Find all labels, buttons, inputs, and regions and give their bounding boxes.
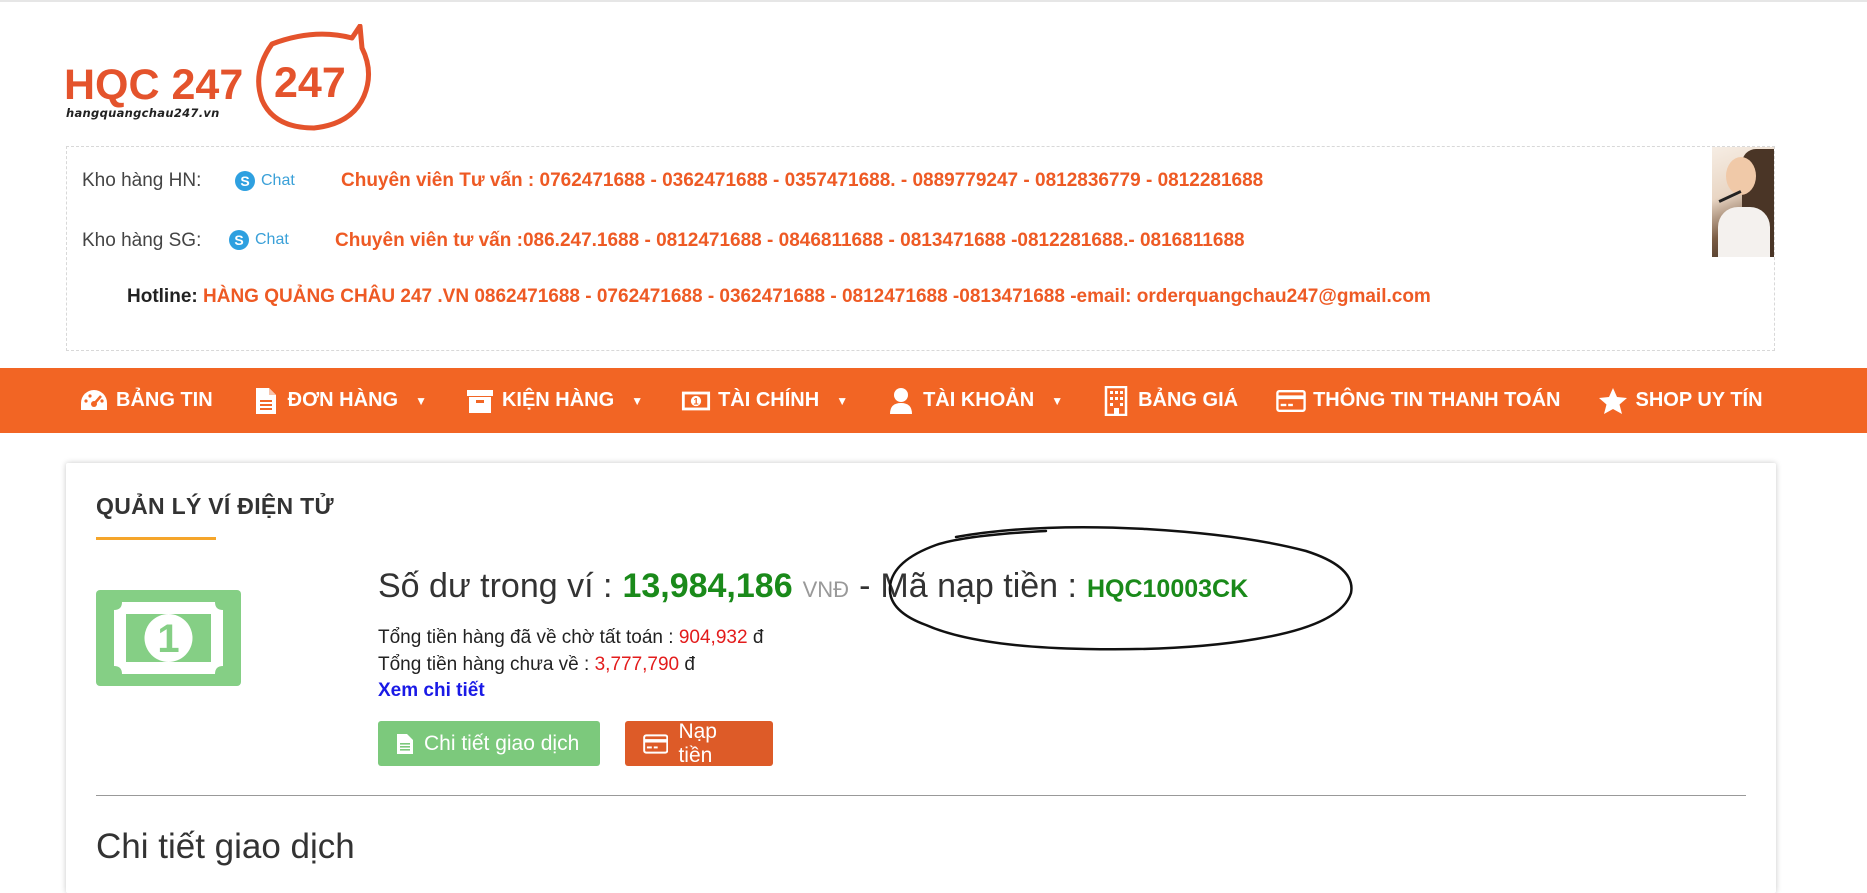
svg-text:1: 1: [693, 396, 698, 406]
card-title: QUẢN LÝ VÍ ĐIỆN TỬ: [96, 493, 334, 519]
balance-value: 13,984,186: [622, 567, 793, 605]
nav-item-tai-chinh[interactable]: 1 TÀI CHÍNH ▼: [681, 387, 848, 415]
warehouse-hn-label: Kho hàng HN:: [82, 170, 202, 191]
title-underline: [96, 537, 216, 540]
pending-unit: đ: [752, 627, 764, 648]
hn-consultant-phones: Chuyên viên Tư vấn : 0762471688 - 036247…: [341, 170, 1264, 191]
button-label: Nạp tiền: [678, 719, 717, 767]
section-divider: [96, 795, 1746, 796]
nav-label: ĐƠN HÀNG: [287, 389, 399, 411]
site-logo[interactable]: HQC 247 247 hangquangchau247.vn: [64, 24, 374, 134]
logo-name: HQC 247: [64, 61, 244, 109]
not-arrived-total: Tổng tiền hàng chưa về : 3,777,790 đ: [378, 654, 695, 676]
nav-item-bang-tin[interactable]: BẢNG TIN: [79, 387, 213, 415]
nav-item-tai-khoan[interactable]: TÀI KHOẢN ▼: [886, 387, 1063, 415]
nav-label: THÔNG TIN THANH TOÁN: [1313, 389, 1561, 411]
chat-link-sg[interactable]: S Chat: [229, 230, 289, 250]
nav-item-don-hang[interactable]: ĐƠN HÀNG ▼: [251, 387, 427, 415]
skype-icon: S: [229, 230, 249, 250]
caret-down-icon: ▼: [415, 393, 427, 408]
caret-down-icon: ▼: [1051, 393, 1064, 408]
support-agent-image: [1712, 147, 1774, 257]
transactions-section-title: Chi tiết giao dịch: [96, 827, 355, 866]
svg-text:1: 1: [157, 617, 179, 661]
caret-down-icon: ▼: [631, 393, 644, 408]
nav-item-kien-hang[interactable]: KIỆN HÀNG ▼: [465, 387, 643, 415]
balance-unit: VNĐ: [802, 577, 850, 602]
balance-label: Số dư trong ví :: [378, 567, 613, 605]
sg-consultant-phones: Chuyên viên tư vấn :086.247.1688 - 08124…: [335, 230, 1245, 251]
hotline-value: HÀNG QUẢNG CHÂU 247 .VN 0862471688 - 076…: [203, 286, 1431, 307]
pending-label: Tổng tiền hàng đã về chờ tất toán :: [378, 627, 674, 648]
button-label: Chi tiết giao dịch: [424, 731, 580, 755]
logo-domain: hangquangchau247.vn: [66, 106, 220, 120]
document-icon: [251, 387, 281, 415]
building-icon: [1101, 385, 1131, 416]
hotline: Hotline: HÀNG QUẢNG CHÂU 247 .VN 0862471…: [127, 286, 1431, 308]
credit-card-icon: [643, 733, 669, 754]
nav-label: BẢNG GIÁ: [1138, 389, 1239, 411]
nav-item-thong-tin-thanh-toan[interactable]: THÔNG TIN THANH TOÁN: [1276, 387, 1560, 415]
main-nav: BẢNG TIN ĐƠN HÀNG ▼ KIỆN HÀNG ▼ 1 TÀI CH…: [0, 368, 1867, 433]
nav-item-bang-gia[interactable]: BẢNG GIÁ: [1101, 385, 1239, 416]
pending-total: Tổng tiền hàng đã về chờ tất toán : 904,…: [378, 627, 763, 649]
credit-card-icon: [1276, 387, 1306, 415]
deposit-code-value: HQC10003CK: [1086, 575, 1249, 603]
caret-down-icon: ▼: [836, 393, 849, 408]
nav-label: KIỆN HÀNG: [501, 389, 615, 411]
deposit-code-label: Mã nạp tiền :: [880, 567, 1077, 605]
nav-label: TÀI CHÍNH: [718, 389, 820, 411]
view-details-link[interactable]: Xem chi tiết: [378, 680, 485, 702]
star-icon: [1598, 387, 1628, 415]
hotline-label: Hotline:: [127, 286, 198, 307]
nav-label: TÀI KHOẢN: [923, 389, 1035, 411]
archive-icon: [465, 387, 495, 415]
wallet-card: QUẢN LÝ VÍ ĐIỆN TỬ 1 Số dư trong ví : 13…: [66, 463, 1776, 893]
nav-item-shop-uy-tin[interactable]: SHOP UY TÍN: [1598, 387, 1763, 415]
dashboard-icon: [79, 387, 109, 415]
logo-badge: 247: [274, 59, 346, 107]
deposit-button[interactable]: Nạp tiền: [625, 719, 773, 767]
money-icon: 1: [681, 387, 711, 415]
nav-label: SHOP UY TÍN: [1635, 389, 1763, 411]
not-arrived-value: 3,777,790: [594, 654, 680, 675]
balance-separator: -: [859, 567, 871, 605]
nav-label: BẢNG TIN: [116, 389, 213, 411]
pending-value: 904,932: [678, 627, 748, 648]
banknote-icon: 1: [96, 590, 241, 686]
chat-label: Chat: [261, 172, 295, 189]
not-arrived-unit: đ: [684, 654, 695, 675]
transaction-details-button[interactable]: Chi tiết giao dịch: [378, 721, 600, 766]
contact-info-box: Kho hàng HN: S Chat Chuyên viên Tư vấn :…: [66, 146, 1775, 351]
not-arrived-label: Tổng tiền hàng chưa về :: [378, 654, 590, 675]
warehouse-sg-label: Kho hàng SG:: [82, 230, 202, 251]
user-icon: [886, 387, 916, 415]
balance-line: Số dư trong ví : 13,984,186 VNĐ - Mã nạp…: [378, 567, 1248, 606]
chat-label: Chat: [255, 231, 289, 248]
skype-icon: S: [235, 171, 255, 191]
document-icon: [397, 733, 413, 754]
top-border: [0, 0, 1867, 2]
chat-link-hn[interactable]: S Chat: [235, 171, 295, 191]
